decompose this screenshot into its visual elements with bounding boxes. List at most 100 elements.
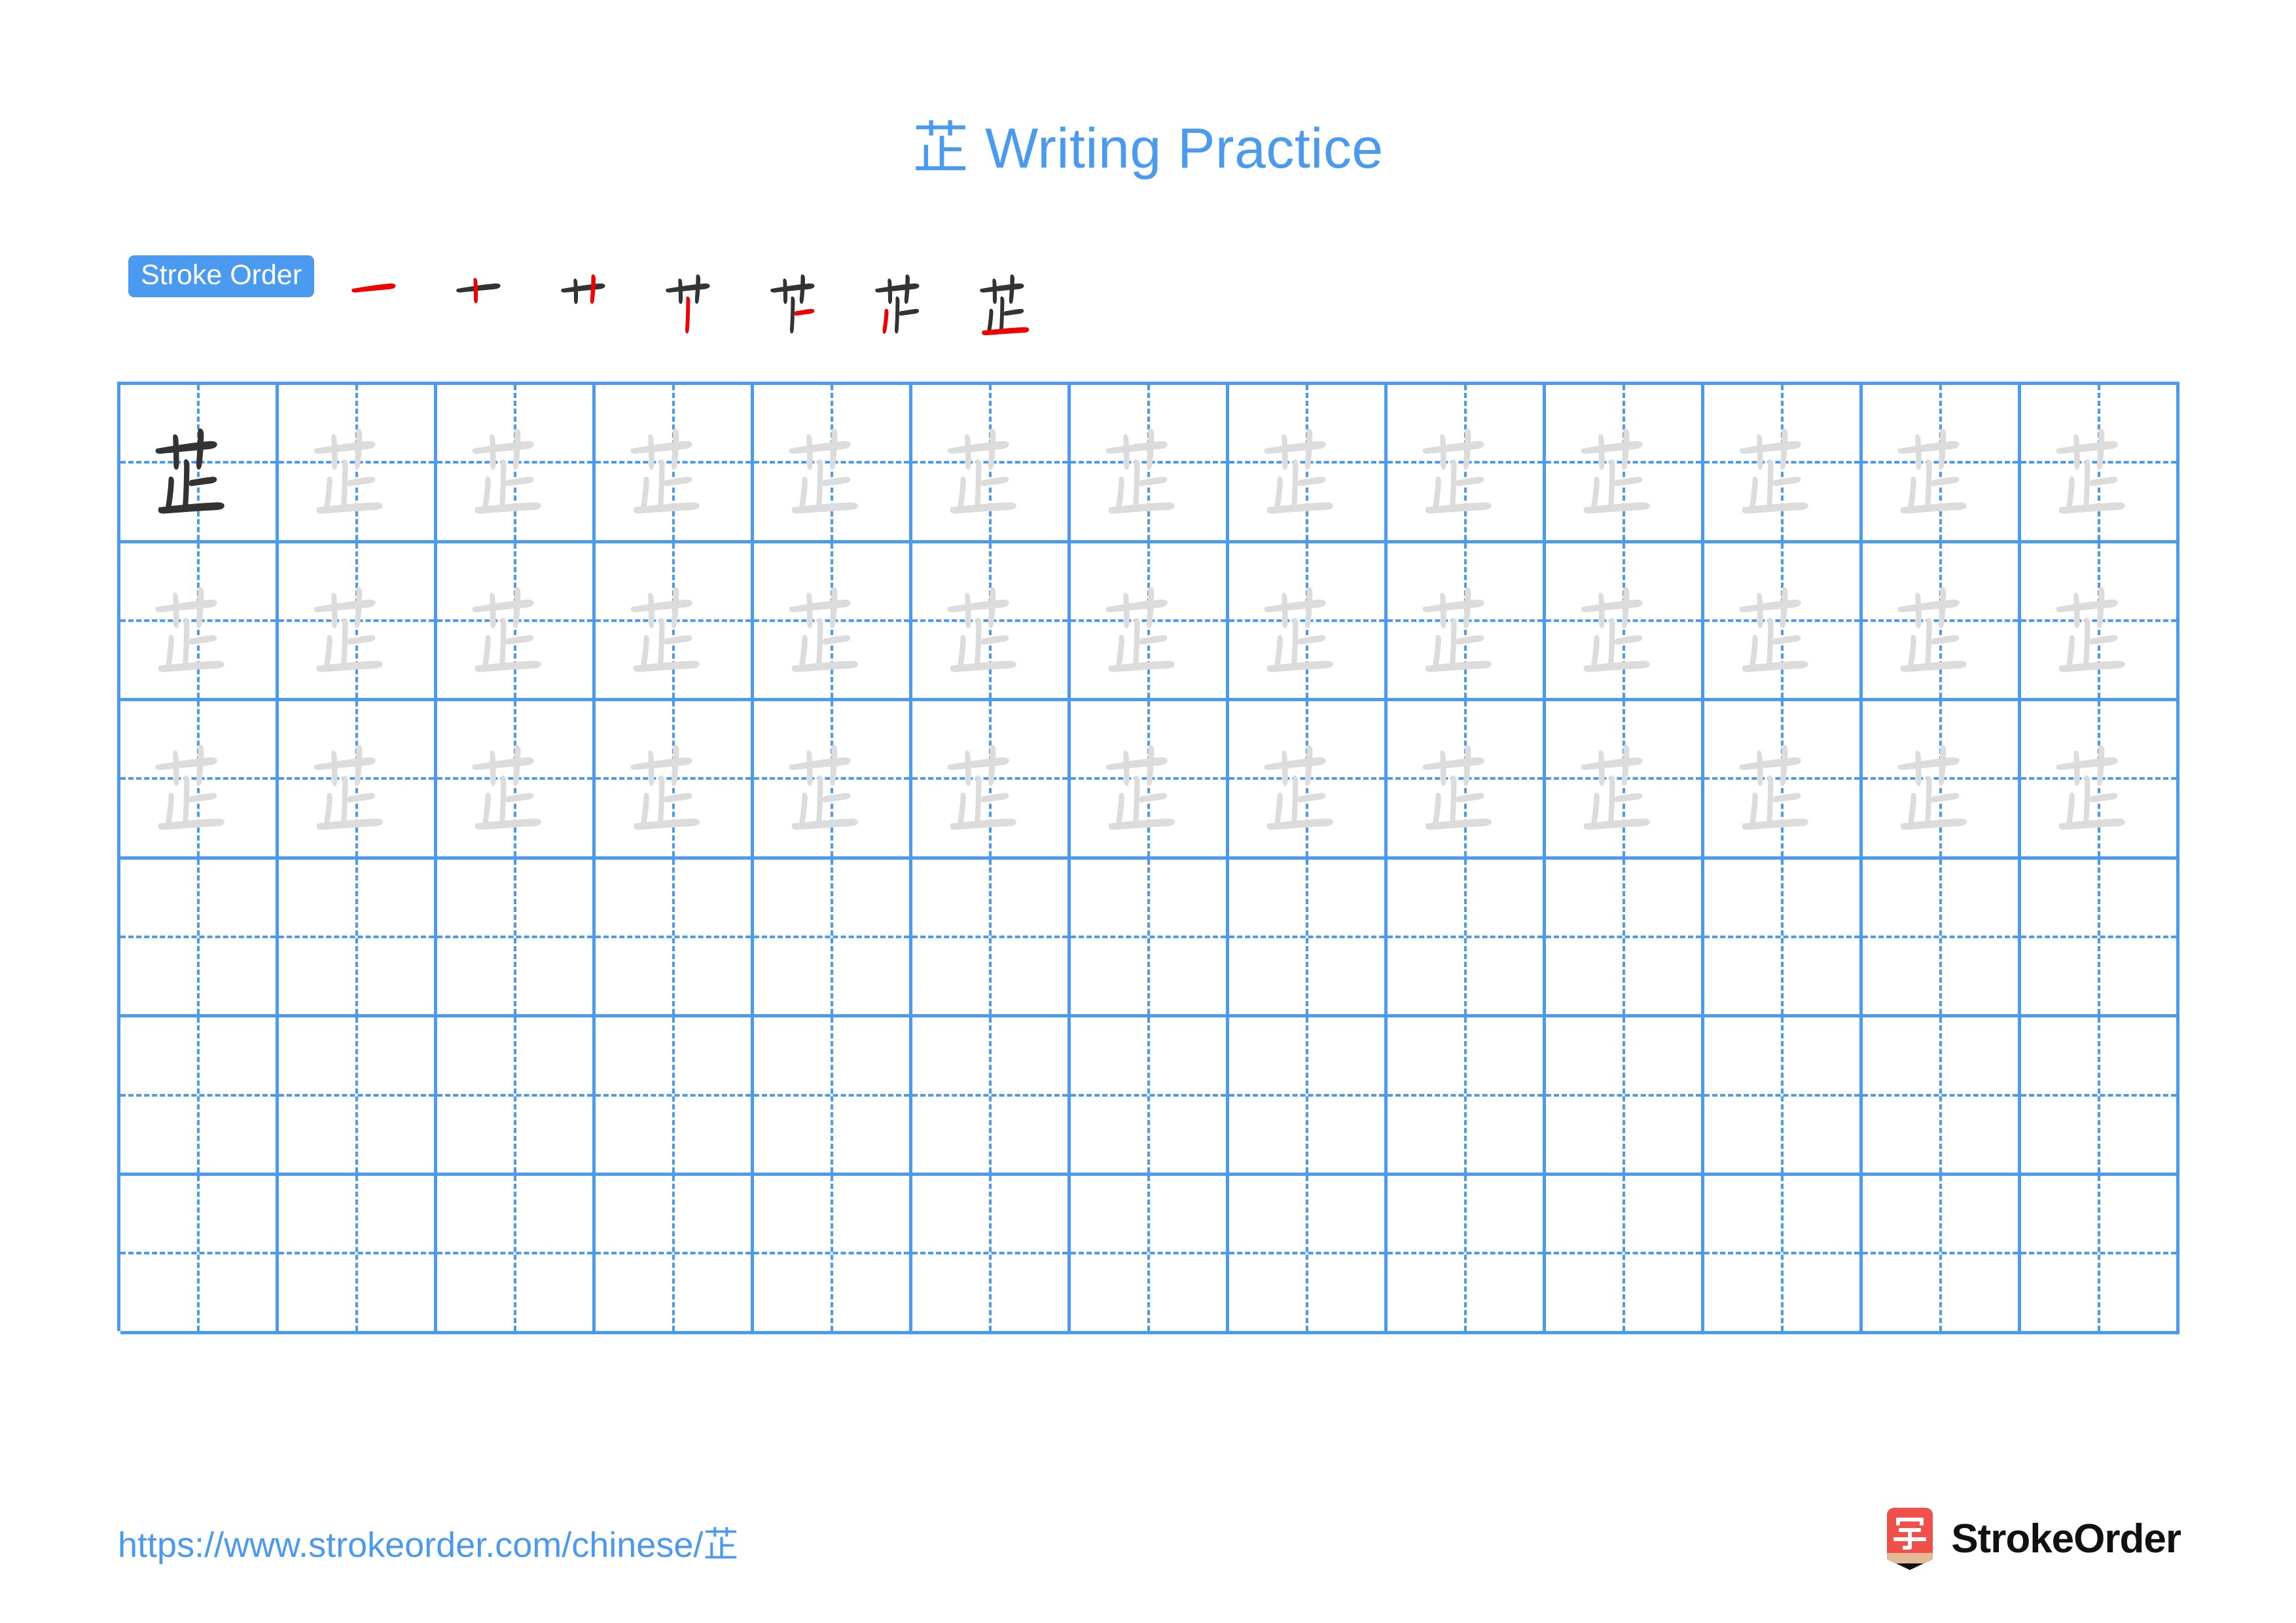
practice-cell[interactable] — [1704, 1017, 1863, 1176]
practice-cell[interactable] — [2021, 1175, 2179, 1334]
trace-character — [1071, 385, 1226, 540]
practice-cell[interactable] — [1071, 385, 1229, 543]
practice-cell[interactable] — [1704, 385, 1863, 543]
practice-cell[interactable] — [754, 701, 912, 860]
practice-cell[interactable] — [1229, 859, 1388, 1018]
stroke-new-icon — [590, 274, 596, 304]
stroke-new-icon — [473, 278, 478, 304]
model-character — [120, 385, 276, 540]
cell-guide-vertical — [988, 1017, 992, 1173]
practice-cell[interactable] — [437, 859, 596, 1018]
practice-cell[interactable] — [1863, 1017, 2021, 1176]
practice-cell[interactable] — [1388, 1175, 1546, 1334]
cell-guide-vertical — [1939, 1175, 1942, 1331]
practice-cell[interactable] — [1071, 859, 1229, 1018]
practice-cell[interactable] — [596, 543, 754, 702]
practice-cell[interactable] — [1704, 1175, 1863, 1334]
practice-cell[interactable] — [912, 543, 1071, 702]
stroke-step-6 — [860, 253, 952, 344]
cell-guide-vertical — [196, 1175, 200, 1331]
practice-cell[interactable] — [1546, 385, 1704, 543]
practice-cell[interactable] — [1229, 1175, 1388, 1334]
practice-cell[interactable] — [1229, 1017, 1388, 1176]
practice-cell[interactable] — [437, 543, 596, 702]
practice-cell[interactable] — [279, 701, 437, 860]
practice-cell[interactable] — [1546, 859, 1704, 1018]
practice-cell[interactable] — [120, 1017, 279, 1176]
practice-cell[interactable] — [754, 859, 912, 1018]
trace-character — [279, 701, 434, 856]
practice-cell[interactable] — [1546, 1175, 1704, 1334]
practice-cell[interactable] — [120, 385, 279, 543]
practice-cell[interactable] — [2021, 859, 2179, 1018]
practice-cell[interactable] — [437, 1175, 596, 1334]
practice-cell[interactable] — [2021, 385, 2179, 543]
practice-grid-row — [120, 543, 2179, 702]
trace-character — [1388, 701, 1543, 856]
practice-cell[interactable] — [912, 859, 1071, 1018]
practice-cell[interactable] — [1071, 1017, 1229, 1176]
cell-guide-vertical — [1463, 1175, 1467, 1331]
cell-guide-vertical — [1147, 1175, 1150, 1331]
practice-cell[interactable] — [912, 385, 1071, 543]
practice-cell[interactable] — [754, 1017, 912, 1176]
practice-cell[interactable] — [1071, 701, 1229, 860]
practice-cell[interactable] — [2021, 701, 2179, 860]
practice-cell[interactable] — [1863, 1175, 2021, 1334]
practice-cell[interactable] — [1704, 543, 1863, 702]
practice-cell[interactable] — [279, 1017, 437, 1176]
practice-cell[interactable] — [754, 543, 912, 702]
practice-cell[interactable] — [120, 859, 279, 1018]
practice-cell[interactable] — [120, 543, 279, 702]
practice-cell[interactable] — [120, 701, 279, 860]
trace-character — [437, 385, 592, 540]
practice-cell[interactable] — [279, 385, 437, 543]
practice-cell[interactable] — [596, 1175, 754, 1334]
trace-character — [1704, 385, 1859, 540]
practice-cell[interactable] — [1863, 385, 2021, 543]
practice-cell[interactable] — [120, 1175, 279, 1334]
practice-cell[interactable] — [754, 385, 912, 543]
practice-cell[interactable] — [1388, 1017, 1546, 1176]
practice-cell[interactable] — [2021, 543, 2179, 702]
practice-cell[interactable] — [1388, 859, 1546, 1018]
trace-character — [437, 543, 592, 699]
footer-url-link[interactable]: https://www.strokeorder.com/chinese/芷 — [118, 1516, 738, 1567]
practice-cell[interactable] — [754, 1175, 912, 1334]
practice-cell[interactable] — [1229, 701, 1388, 860]
practice-cell[interactable] — [279, 1175, 437, 1334]
practice-cell[interactable] — [1388, 701, 1546, 860]
practice-cell[interactable] — [1071, 1175, 1229, 1334]
practice-cell[interactable] — [437, 701, 596, 860]
practice-cell[interactable] — [1229, 385, 1388, 543]
practice-cell[interactable] — [1863, 701, 2021, 860]
practice-cell[interactable] — [1546, 543, 1704, 702]
practice-cell[interactable] — [1546, 701, 1704, 860]
practice-cell[interactable] — [912, 1017, 1071, 1176]
practice-cell[interactable] — [1388, 385, 1546, 543]
practice-cell[interactable] — [2021, 1017, 2179, 1176]
practice-cell[interactable] — [437, 385, 596, 543]
practice-cell[interactable] — [1071, 543, 1229, 702]
page-title: 芷 Writing Practice — [912, 117, 1384, 180]
practice-cell[interactable] — [279, 543, 437, 702]
trace-character — [596, 543, 751, 699]
practice-cell[interactable] — [1863, 859, 2021, 1018]
practice-cell[interactable] — [596, 385, 754, 543]
practice-cell[interactable] — [912, 701, 1071, 860]
practice-cell[interactable] — [1704, 701, 1863, 860]
practice-cell[interactable] — [596, 701, 754, 860]
practice-cell[interactable] — [437, 1017, 596, 1176]
practice-cell[interactable] — [596, 1017, 754, 1176]
practice-cell[interactable] — [1704, 859, 1863, 1018]
practice-cell[interactable] — [279, 859, 437, 1018]
practice-cell[interactable] — [1229, 543, 1388, 702]
practice-cell[interactable] — [596, 859, 754, 1018]
brand-name-text: StrokeOrder — [1951, 1516, 2181, 1561]
practice-cell[interactable] — [912, 1175, 1071, 1334]
practice-cell[interactable] — [1388, 543, 1546, 702]
practice-cell[interactable] — [1546, 1017, 1704, 1176]
practice-cell[interactable] — [1863, 543, 2021, 702]
stroke-new-icon — [794, 308, 815, 316]
cell-guide-vertical — [1622, 1017, 1625, 1173]
